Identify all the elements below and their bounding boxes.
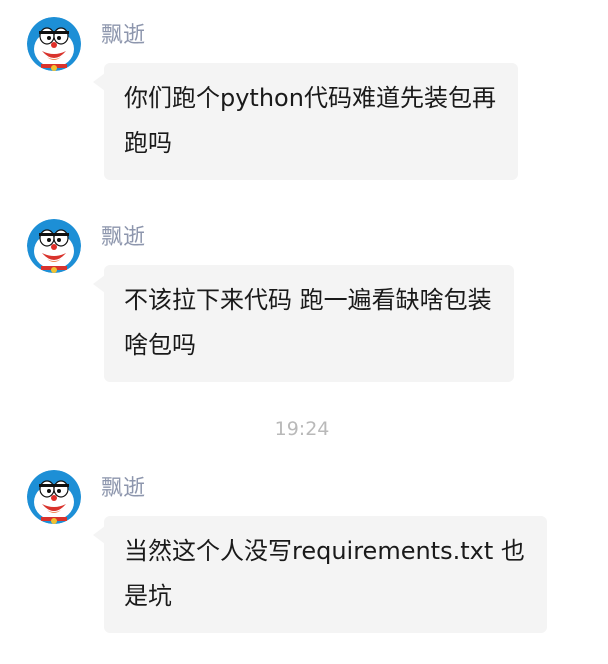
- timestamp: 19:24: [274, 418, 330, 440]
- message-text-line: 啥包吗: [124, 331, 196, 359]
- message-bubble[interactable]: 不该拉下来代码 跑一遍看缺啥包装 啥包吗: [104, 265, 514, 382]
- sender-name: 飘逝: [101, 23, 146, 48]
- sender-name: 飘逝: [101, 225, 146, 250]
- message-bubble[interactable]: 当然这个人没写requirements.txt 也 是坑: [104, 516, 547, 633]
- doraemon-avatar-icon[interactable]: [27, 17, 81, 71]
- message-text-line: 是坑: [124, 582, 172, 610]
- doraemon-avatar-icon[interactable]: [27, 219, 81, 273]
- doraemon-avatar-icon[interactable]: [27, 470, 81, 524]
- message-text-line: 当然这个人没写requirements.txt 也: [124, 537, 525, 565]
- message-bubble[interactable]: 你们跑个python代码难道先装包再 跑吗: [104, 63, 518, 180]
- message-text-line: 不该拉下来代码 跑一遍看缺啥包装: [124, 286, 492, 314]
- sender-name: 飘逝: [101, 476, 146, 501]
- message-text-line: 你们跑个python代码难道先装包再: [124, 84, 496, 112]
- message-text-line: 跑吗: [124, 129, 172, 157]
